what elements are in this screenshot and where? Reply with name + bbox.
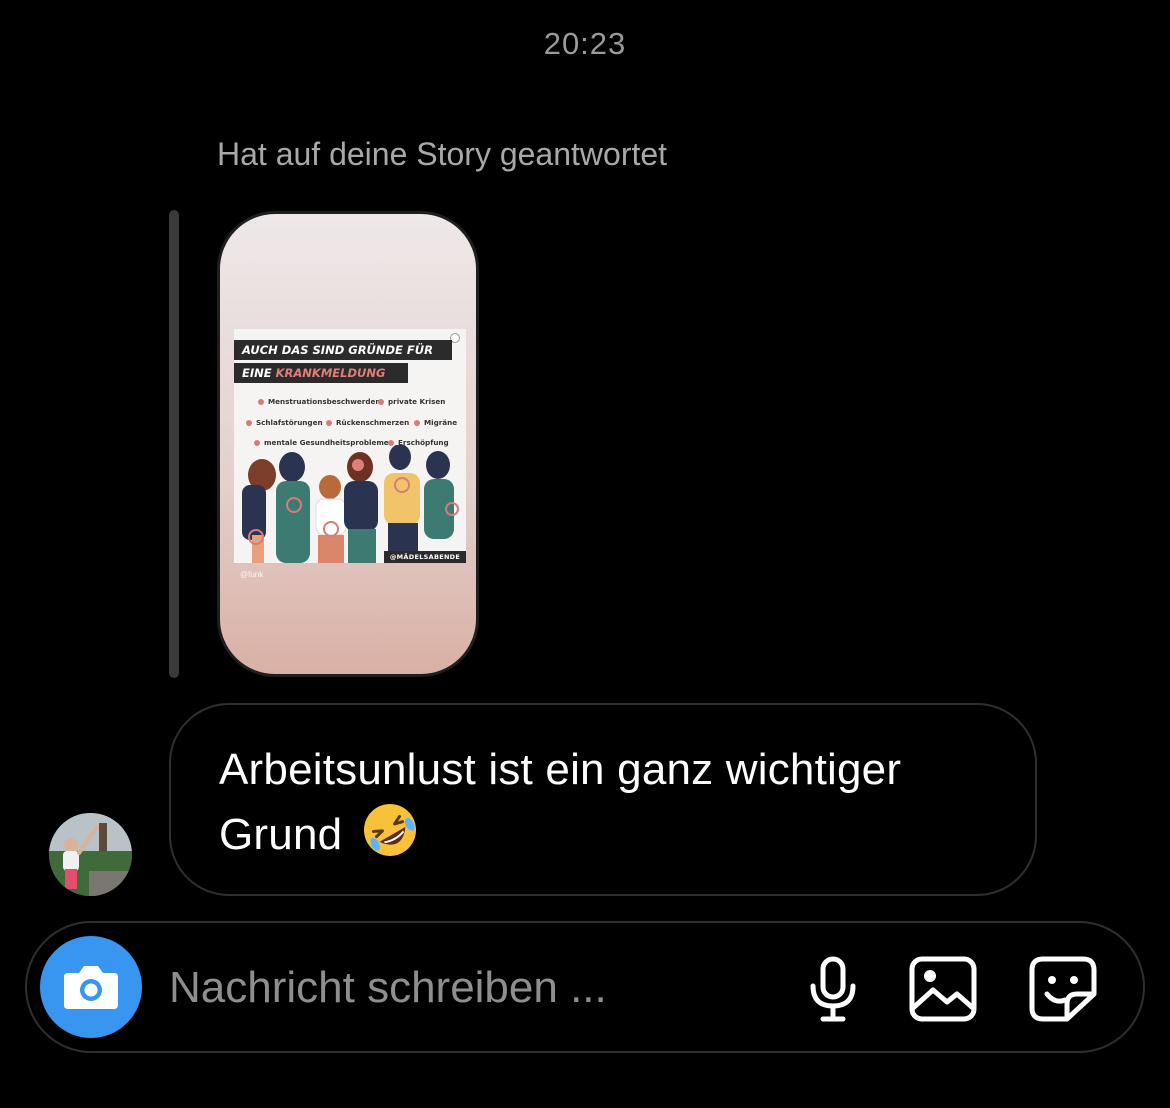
story-tag: Menstruationsbeschwerden: [258, 397, 380, 406]
reply-indicator-bar: [169, 210, 179, 678]
message-composer: [25, 921, 1145, 1053]
microphone-icon: [810, 956, 856, 1022]
gallery-icon: [909, 956, 977, 1022]
message-text: Arbeitsunlust ist ein ganz wichtiger Gru…: [219, 745, 902, 859]
message-input[interactable]: [169, 953, 769, 1023]
sticker-icon: [1029, 956, 1097, 1022]
story-brand-label: @MÄDELSABENDE: [384, 551, 466, 563]
story-tag: private Krisen: [378, 397, 445, 406]
sticker-button[interactable]: [1027, 953, 1099, 1025]
rolling-on-the-floor-laughing-emoji: [361, 801, 419, 876]
message-text-container: Arbeitsunlust ist ein ganz wichtiger Gru…: [219, 739, 1019, 876]
story-tag: Migräne: [414, 418, 457, 427]
gallery-button[interactable]: [907, 953, 979, 1025]
message-timestamp: 20:23: [543, 26, 627, 61]
story-preview[interactable]: AUCH DAS SIND GRÜNDE FÜR EINE KRANKMELDU…: [217, 211, 479, 677]
avatar-photo: [49, 813, 132, 896]
story-illustration: [242, 445, 459, 563]
camera-button[interactable]: [40, 936, 142, 1038]
sender-avatar[interactable]: [49, 813, 132, 896]
story-title-highlight: KRANKMELDUNG: [275, 366, 386, 380]
camera-icon: [64, 966, 118, 1009]
story-credit: @funk: [240, 570, 264, 579]
story-title-prefix: EINE: [242, 366, 276, 380]
story-tag: Rückenschmerzen: [326, 418, 409, 427]
story-title-line2: EINE KRANKMELDUNG: [234, 363, 408, 383]
story-reply-label: Hat auf deine Story geantwortet: [217, 136, 668, 172]
story-title-line1: AUCH DAS SIND GRÜNDE FÜR: [234, 340, 452, 360]
microphone-button[interactable]: [797, 953, 869, 1025]
story-post-image: AUCH DAS SIND GRÜNDE FÜR EINE KRANKMELDU…: [234, 329, 466, 563]
story-tag: Schlafstörungen: [246, 418, 323, 427]
message-bubble[interactable]: Arbeitsunlust ist ein ganz wichtiger Gru…: [169, 703, 1037, 896]
